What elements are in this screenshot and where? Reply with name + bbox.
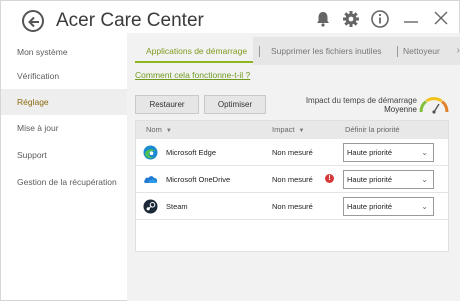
steam-icon	[143, 199, 158, 214]
tab-separator	[259, 46, 260, 57]
priority-select[interactable]: Haute priorité ⌄	[343, 197, 434, 216]
app-impact: Non mesuré	[272, 148, 313, 157]
warning-icon[interactable]: !	[325, 174, 334, 183]
column-header-name[interactable]: Nom ▼	[146, 121, 172, 139]
sort-down-icon: ▼	[298, 128, 305, 134]
table-row[interactable]: Microsoft OneDrive Non mesuré ! Haute pr…	[136, 166, 448, 193]
chevron-down-icon: ⌄	[421, 148, 428, 157]
minimize-icon[interactable]	[401, 9, 421, 29]
app-name: Microsoft Edge	[166, 148, 217, 157]
sidebar-item-mon-systeme[interactable]: Mon système	[1, 39, 127, 65]
chevron-down-icon: ⌄	[421, 175, 428, 184]
tab-supprimer-fichiers[interactable]: Supprimer les fichiers inutiles	[271, 37, 382, 65]
optimize-button[interactable]: Optimiser	[204, 95, 266, 114]
startup-apps-table: Nom ▼ Impact ▼ Définir la priorité Microso…	[135, 120, 449, 252]
sidebar-item-gestion-recuperation[interactable]: Gestion de la récupération	[1, 169, 127, 195]
app-window: Acer Care Center Mon système Vérificatio…	[0, 0, 460, 301]
impact-value: Moyenne	[384, 105, 417, 114]
tab-nettoyeur[interactable]: Nettoyeur	[403, 37, 440, 65]
app-impact: Non mesuré	[272, 175, 313, 184]
notification-bell-icon[interactable]	[313, 9, 333, 29]
back-icon[interactable]	[22, 10, 44, 32]
onedrive-icon	[143, 172, 158, 187]
tab-bar: Applications de démarrage Supprimer les …	[135, 37, 460, 65]
column-header-priority: Définir la priorité	[345, 125, 400, 134]
tab-applications-demarrage[interactable]: Applications de démarrage	[135, 37, 253, 65]
table-row[interactable]: Steam Non mesuré Haute priorité ⌄	[136, 193, 448, 220]
impact-gauge-icon	[417, 93, 451, 115]
restore-button[interactable]: Restaurer	[135, 95, 199, 114]
table-row[interactable]: Microsoft Edge Non mesuré Haute priorité…	[136, 139, 448, 166]
edge-icon	[143, 145, 158, 160]
priority-select[interactable]: Haute priorité ⌄	[343, 170, 434, 189]
sidebar-item-support[interactable]: Support	[1, 142, 127, 168]
table-header: Nom ▼ Impact ▼ Définir la priorité	[136, 121, 448, 139]
impact-label: Impact du temps de démarrage	[305, 96, 417, 105]
chevron-right-icon[interactable]: ›	[457, 45, 460, 56]
info-icon[interactable]	[370, 9, 390, 29]
column-header-impact[interactable]: Impact ▼	[272, 121, 304, 139]
app-name: Steam	[166, 202, 188, 211]
app-impact: Non mesuré	[272, 202, 313, 211]
chevron-down-icon: ⌄	[421, 202, 428, 211]
sidebar: Mon système Vérification Réglage Mise à …	[1, 39, 127, 301]
main-panel: Applications de démarrage Supprimer les …	[127, 33, 460, 301]
close-icon[interactable]	[431, 9, 451, 29]
gear-icon[interactable]	[341, 9, 361, 29]
priority-select[interactable]: Haute priorité ⌄	[343, 143, 434, 162]
sort-down-icon: ▼	[165, 128, 172, 134]
app-title: Acer Care Center	[56, 10, 204, 31]
help-link[interactable]: Comment cela fonctionne-t-il ?	[135, 70, 250, 80]
sidebar-item-verification[interactable]: Vérification	[1, 63, 127, 89]
tab-separator	[397, 46, 398, 57]
sidebar-item-reglage[interactable]: Réglage	[1, 89, 127, 115]
app-name: Microsoft OneDrive	[166, 175, 231, 184]
sidebar-item-mise-a-jour[interactable]: Mise à jour	[1, 115, 127, 141]
